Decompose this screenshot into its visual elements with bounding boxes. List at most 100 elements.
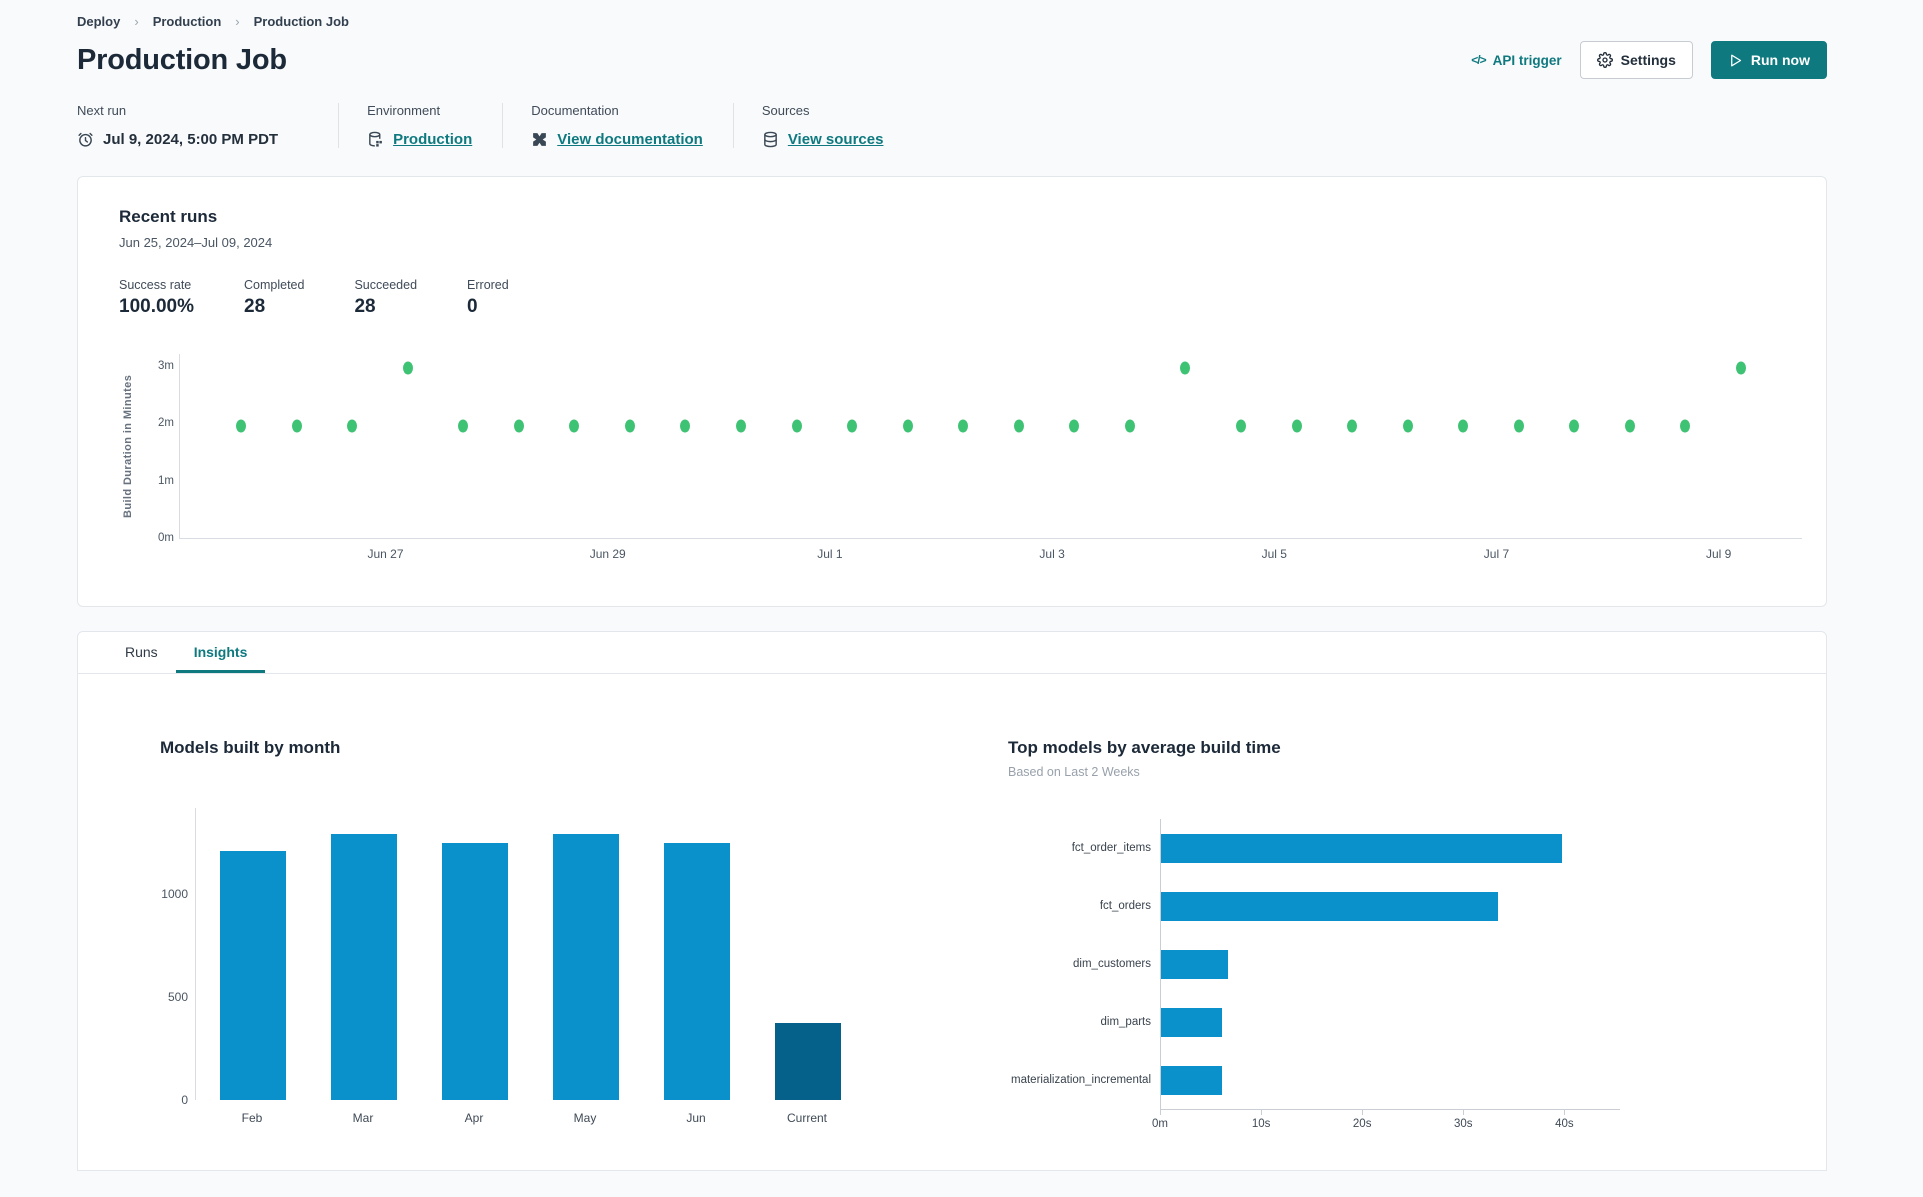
- top-models-rows: fct_order_items fct_orders dim_customers di…: [1008, 819, 1620, 1109]
- scatter-point[interactable]: [958, 419, 969, 433]
- hbar-category-label: dim_parts: [1100, 1016, 1152, 1028]
- hbar-track: [1160, 993, 1620, 1051]
- environment-link[interactable]: Production: [393, 131, 472, 148]
- play-icon: [1728, 53, 1743, 68]
- scatter-point[interactable]: [1680, 419, 1691, 433]
- y-tick-label: 0m: [158, 532, 174, 544]
- stat-label: Succeeded: [354, 278, 418, 292]
- y-axis-label: Build Duration in Minutes: [122, 374, 134, 519]
- scatter-point[interactable]: [1235, 419, 1246, 433]
- scatter-point[interactable]: [1402, 419, 1413, 433]
- chevron-right-icon: ›: [134, 14, 139, 29]
- meta-label: Environment: [367, 103, 441, 118]
- models-by-month-xlabels: Feb Mar Apr May Jun Current: [195, 1111, 905, 1125]
- x-tick-label: May: [573, 1111, 597, 1125]
- scatter-point[interactable]: [902, 419, 913, 433]
- scatter-point[interactable]: [458, 419, 469, 433]
- next-run-value: Jul 9, 2024, 5:00 PM PDT: [103, 131, 279, 148]
- run-now-button[interactable]: Run now: [1710, 41, 1827, 79]
- scatter-point[interactable]: [791, 419, 802, 433]
- x-tick-label: 0m: [1152, 1118, 1168, 1130]
- bar: [775, 1022, 841, 1100]
- stat-value: 28: [244, 296, 266, 317]
- meta-next-run: Next run Jul 9, 2024, 5:00 PM PDT: [77, 103, 338, 148]
- scatter-point[interactable]: [1013, 419, 1024, 433]
- bar: [331, 833, 397, 1100]
- scatter-point[interactable]: [847, 419, 858, 433]
- page: Deploy › Production › Production Job Pro…: [0, 0, 1923, 1171]
- settings-button[interactable]: Settings: [1579, 41, 1693, 79]
- x-tick-label: Current: [786, 1111, 827, 1125]
- bar: [1161, 833, 1563, 863]
- bar: [664, 842, 730, 1100]
- view-sources-link[interactable]: View sources: [788, 131, 884, 148]
- hbar-category-label: dim_customers: [1073, 958, 1151, 970]
- stat-succeeded: Succeeded 28: [354, 278, 417, 318]
- axis-tick: [1261, 1110, 1263, 1115]
- stat-label: Completed: [244, 278, 305, 292]
- api-trigger-link[interactable]: </> API trigger: [1471, 53, 1561, 68]
- scatter-point[interactable]: [1347, 419, 1358, 433]
- recent-runs-card: Recent runs Jun 25, 2024–Jul 09, 2024 Su…: [77, 176, 1827, 607]
- scatter-point[interactable]: [1735, 361, 1746, 375]
- scatter-point[interactable]: [1069, 419, 1080, 433]
- axis-tick: [1362, 1110, 1364, 1115]
- header-actions: </> API trigger Settings Run now: [1471, 41, 1827, 79]
- scatter-point[interactable]: [1124, 419, 1135, 433]
- bar: [1161, 1007, 1222, 1037]
- scatter-point[interactable]: [402, 361, 413, 375]
- x-tick-label: Jul 3: [1039, 547, 1065, 561]
- job-meta-row: Next run Jul 9, 2024, 5:00 PM PDT Enviro…: [77, 103, 1827, 148]
- chart-title: Top models by average build time: [1008, 738, 1281, 757]
- x-tick-label: Jun 29: [589, 547, 626, 561]
- hbar-track: [1160, 877, 1620, 935]
- bar: [220, 851, 286, 1100]
- recent-runs-date-range: Jun 25, 2024–Jul 09, 2024: [119, 235, 273, 250]
- scatter-point[interactable]: [1180, 361, 1191, 375]
- job-detail-card: Runs Insights Models built by month 0 500…: [77, 631, 1827, 1171]
- tab-bar: Runs Insights: [78, 632, 1826, 674]
- recent-runs-title: Recent runs: [119, 207, 218, 226]
- scatter-point[interactable]: [1458, 419, 1469, 433]
- tab-runs[interactable]: Runs: [107, 632, 176, 673]
- scatter-point[interactable]: [347, 419, 358, 433]
- scatter-point[interactable]: [624, 419, 635, 433]
- scatter-point[interactable]: [1624, 419, 1635, 433]
- scatter-point[interactable]: [680, 419, 691, 433]
- scatter-point[interactable]: [1513, 419, 1524, 433]
- bar: [442, 842, 508, 1100]
- scatter-point[interactable]: [1291, 419, 1302, 433]
- scatter-point[interactable]: [736, 419, 747, 433]
- top-models-plot-wrap: fct_order_items fct_orders dim_customers di…: [1008, 819, 1620, 1139]
- x-tick-label: 30s: [1454, 1118, 1473, 1130]
- hbar-track: [1160, 1051, 1620, 1109]
- scatter-point[interactable]: [569, 419, 580, 433]
- hbar-category-label: materialization_incremental: [1011, 1074, 1151, 1086]
- x-tick-label: Jul 9: [1705, 547, 1732, 561]
- y-tick-label: 1000: [161, 887, 188, 902]
- axis-tick: [1564, 1110, 1566, 1115]
- page-header: Production Job </> API trigger Settings …: [77, 41, 1827, 79]
- build-duration-plot: 0m 1m 2m 3m Jun 27 Jun 29 Jul 1 Jul 3 Jul 5 Jul 7…: [158, 354, 1802, 561]
- tab-insights[interactable]: Insights: [175, 632, 266, 673]
- scatter-point[interactable]: [291, 419, 302, 433]
- stat-label: Success rate: [119, 278, 192, 292]
- hbar-track: [1160, 819, 1620, 877]
- meta-sources: Sources View sources: [732, 103, 914, 148]
- scatter-point[interactable]: [1569, 419, 1580, 433]
- insights-panel: Models built by month 0 500 1000 Feb Mar Apr…: [78, 674, 1826, 1139]
- top-models-axis: 0m 10s 20s 30s 40s: [1152, 1109, 1620, 1139]
- breadcrumb: Deploy › Production › Production Job: [77, 10, 1827, 37]
- stat-value: 100.00%: [119, 296, 195, 317]
- dbt-logo-icon: [531, 131, 548, 148]
- stat-value: 28: [354, 296, 376, 317]
- chart-subtitle: Based on Last 2 Weeks: [1008, 765, 1140, 779]
- scatter-point[interactable]: [236, 419, 247, 433]
- page-title: Production Job: [77, 43, 287, 76]
- view-documentation-link[interactable]: View documentation: [557, 131, 703, 148]
- breadcrumb-production[interactable]: Production: [153, 14, 222, 29]
- recent-runs-stats: Success rate 100.00% Completed 28 Succee…: [119, 278, 1802, 318]
- scatter-point[interactable]: [513, 419, 524, 433]
- chevron-right-icon: ›: [235, 14, 240, 29]
- breadcrumb-deploy[interactable]: Deploy: [77, 14, 120, 29]
